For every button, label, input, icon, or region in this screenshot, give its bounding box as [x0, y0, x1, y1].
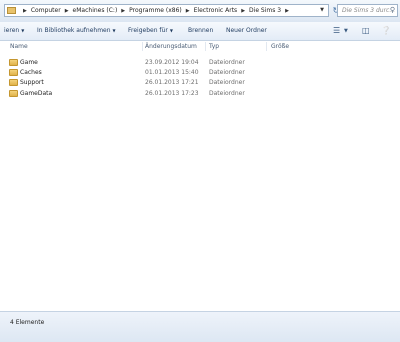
file-row[interactable]: GameData 26.01.2013 17:23 Dateiordner	[0, 88, 400, 99]
view-options-icon[interactable]: ☰	[333, 26, 340, 35]
folder-icon	[9, 79, 18, 86]
search-placeholder: Die Sims 3 durc...	[342, 7, 396, 14]
chevron-right-icon[interactable]: ▶	[285, 8, 289, 14]
view-dropdown-icon[interactable]: ▼	[344, 28, 348, 34]
column-divider[interactable]	[205, 42, 206, 51]
file-date: 26.01.2013 17:23	[145, 90, 199, 97]
new-folder-button[interactable]: Neuer Ordner	[226, 27, 267, 34]
help-icon[interactable]: ❔	[381, 26, 391, 35]
column-header-size[interactable]: Größe	[271, 43, 289, 50]
share-button[interactable]: Freigeben für ▼	[128, 27, 173, 34]
file-type: Dateiordner	[209, 59, 245, 66]
chevron-down-icon: ▼	[21, 28, 25, 33]
command-bar: ieren ▼ In Bibliothek aufnehmen ▼ Freigebe…	[0, 22, 400, 41]
chevron-right-icon[interactable]: ▶	[121, 8, 125, 14]
file-name[interactable]: Support	[20, 79, 44, 86]
item-count: 4 Elemente	[10, 319, 45, 326]
breadcrumb-item[interactable]: ▶ Programme (x86)	[117, 7, 182, 14]
search-icon[interactable]: ⚲	[390, 6, 395, 14]
file-row[interactable]: Support 26.01.2013 17:21 Dateiordner	[0, 77, 400, 88]
chevron-right-icon[interactable]: ▶	[186, 8, 190, 14]
file-type: Dateiordner	[209, 90, 245, 97]
search-input[interactable]: Die Sims 3 durc... ⚲	[337, 4, 398, 17]
folder-icon	[9, 59, 18, 66]
file-name[interactable]: Game	[20, 59, 38, 66]
column-header-name[interactable]: Name	[10, 43, 28, 50]
breadcrumb-item[interactable]: ▶ Electronic Arts	[182, 7, 237, 14]
chevron-right-icon[interactable]: ▶	[23, 8, 27, 14]
file-name[interactable]: Caches	[20, 69, 42, 76]
file-name[interactable]: GameData	[20, 90, 52, 97]
file-type: Dateiordner	[209, 69, 245, 76]
breadcrumb-item[interactable]: ▶ eMachines (C:)	[61, 7, 118, 14]
folder-icon	[7, 7, 16, 14]
folder-icon	[9, 69, 18, 76]
breadcrumb-item[interactable]: ▶ Computer	[19, 7, 61, 14]
breadcrumb-item[interactable]: ▶ Die Sims 3 ▶	[237, 7, 293, 14]
breadcrumb[interactable]: ▶ Computer ▶ eMachines (C:) ▶ Programme (x8…	[4, 4, 329, 17]
folder-icon	[9, 90, 18, 97]
organize-button[interactable]: ieren ▼	[4, 27, 24, 34]
file-type: Dateiordner	[209, 79, 245, 86]
column-header-date[interactable]: Änderungsdatum	[145, 43, 197, 50]
chevron-right-icon[interactable]: ▶	[65, 8, 69, 14]
column-divider[interactable]	[266, 42, 267, 51]
file-date: 01.01.2013 15:40	[145, 69, 199, 76]
preview-pane-icon[interactable]: ◫	[362, 26, 370, 35]
column-header-type[interactable]: Typ	[209, 43, 219, 50]
chevron-down-icon[interactable]: ▼	[320, 7, 324, 13]
column-divider[interactable]	[142, 42, 143, 51]
file-date: 26.01.2013 17:21	[145, 79, 199, 86]
file-date: 23.09.2012 19:04	[145, 59, 199, 66]
add-to-library-button[interactable]: In Bibliothek aufnehmen ▼	[37, 27, 116, 34]
address-bar: ▶ Computer ▶ eMachines (C:) ▶ Programme (x8…	[0, 0, 400, 22]
chevron-right-icon[interactable]: ▶	[241, 8, 245, 14]
column-headers: Name Änderungsdatum Typ Größe	[0, 41, 400, 52]
status-bar: 4 Elemente	[0, 311, 400, 342]
burn-button[interactable]: Brennen	[188, 27, 213, 34]
chevron-down-icon: ▼	[112, 28, 116, 33]
chevron-down-icon: ▼	[169, 28, 173, 33]
